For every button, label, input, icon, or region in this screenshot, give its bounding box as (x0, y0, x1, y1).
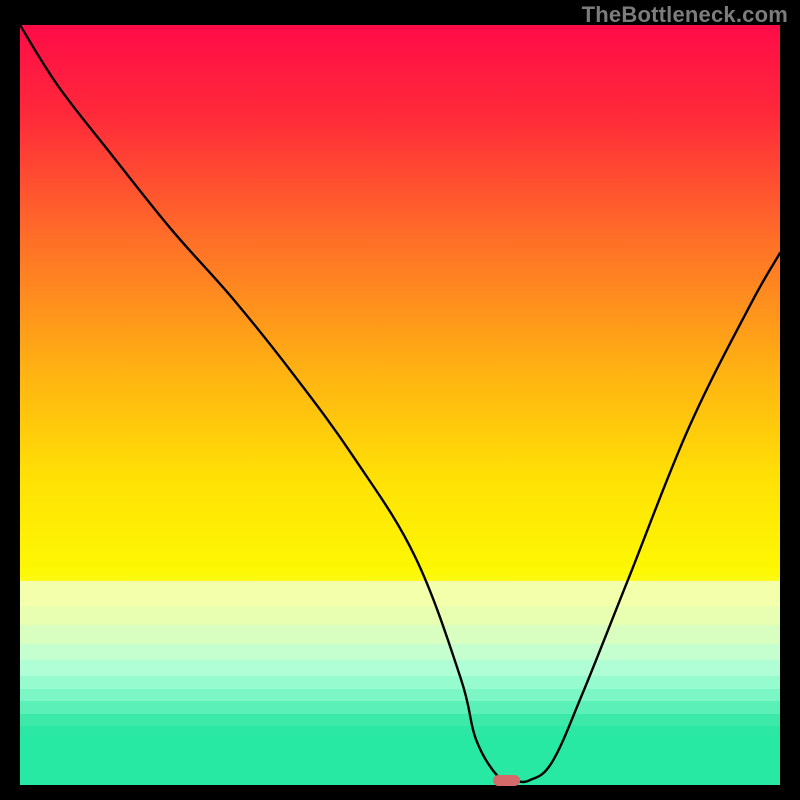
chart-frame: TheBottleneck.com (0, 0, 800, 800)
plot-area (20, 25, 780, 785)
optimal-marker (493, 775, 520, 786)
curve-svg (20, 25, 780, 785)
bottleneck-curve-path (20, 25, 780, 782)
watermark-text: TheBottleneck.com (582, 2, 788, 28)
